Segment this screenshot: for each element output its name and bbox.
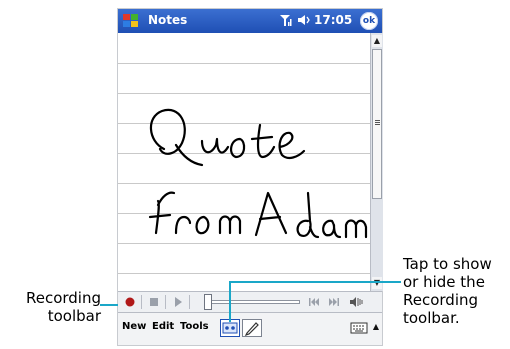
callout-line-vertical — [229, 281, 231, 322]
stop-button[interactable] — [146, 295, 162, 309]
signal-strength-icon[interactable] — [278, 13, 292, 27]
speaker-volume-icon[interactable] — [348, 295, 364, 309]
input-selector-arrow-icon[interactable]: ▲ — [373, 322, 379, 331]
ok-button[interactable]: ok — [360, 12, 378, 30]
play-button[interactable] — [170, 295, 186, 309]
callout-recording-toolbar: Recording toolbar — [25, 289, 101, 325]
menu-bar: New Edit Tools ▲ — [118, 313, 382, 345]
note-writing-area[interactable] — [118, 33, 370, 287]
pen-icon — [244, 322, 259, 337]
menu-tools[interactable]: Tools — [180, 321, 209, 332]
toolbar-divider — [141, 295, 142, 309]
volume-icon[interactable] — [296, 13, 310, 27]
pen-button[interactable] — [242, 319, 262, 337]
windows-start-icon[interactable] — [121, 11, 141, 31]
vertical-scrollbar[interactable]: ▲ ▼ — [370, 33, 383, 291]
app-title: Notes — [148, 13, 188, 27]
title-bar: Notes 17:05 ok — [118, 9, 382, 33]
callout-tap-to-toggle: Tap to show or hide the Recording toolba… — [403, 255, 492, 327]
callout-line-right — [229, 281, 401, 283]
skip-forward-icon[interactable] — [326, 295, 342, 309]
skip-back-icon[interactable] — [306, 295, 322, 309]
menu-edit[interactable]: Edit — [152, 321, 174, 332]
handwritten-ink — [148, 108, 368, 239]
toolbar-divider — [165, 295, 166, 309]
clock[interactable]: 17:05 — [314, 13, 352, 27]
scroll-down-icon[interactable]: ▼ — [372, 277, 382, 289]
recording-toolbar — [118, 291, 382, 313]
cassette-icon — [222, 322, 238, 334]
scroll-up-icon[interactable]: ▲ — [372, 35, 382, 47]
record-button[interactable] — [122, 295, 138, 309]
scroll-thumb[interactable] — [372, 49, 382, 199]
position-slider-thumb[interactable] — [204, 294, 212, 310]
position-slider-track[interactable] — [204, 300, 300, 304]
keyboard-icon[interactable] — [350, 321, 368, 335]
toolbar-divider — [189, 295, 190, 309]
grip-icon — [375, 120, 380, 121]
callout-line-left — [100, 304, 118, 306]
pocketpc-screen: Notes 17:05 ok ▲ New Edit Tools ▲ — [117, 8, 383, 346]
menu-new[interactable]: New — [122, 321, 146, 332]
